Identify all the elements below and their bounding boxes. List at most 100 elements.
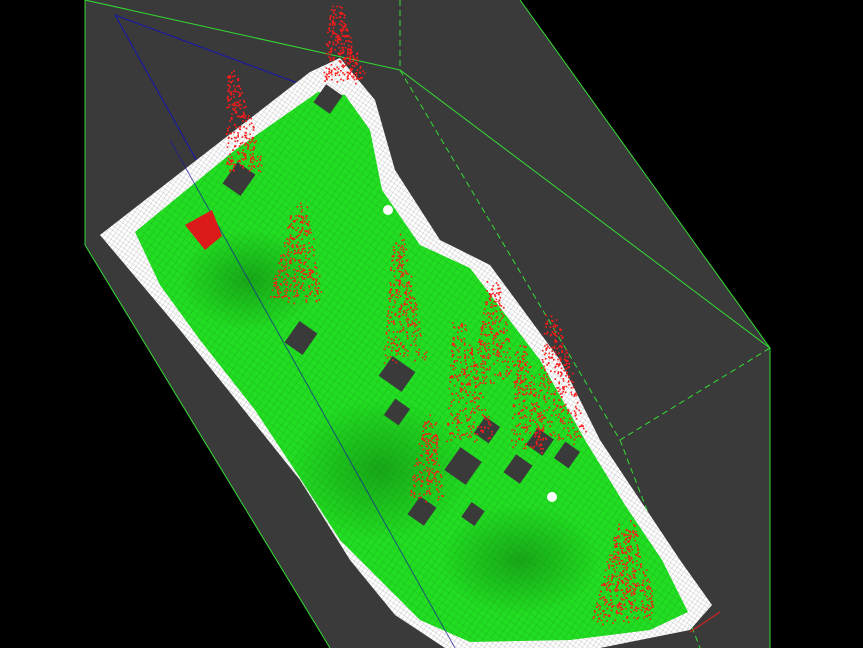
vegetation-point xyxy=(490,303,493,306)
vegetation-point xyxy=(242,159,245,161)
vegetation-point xyxy=(431,471,434,474)
vegetation-point xyxy=(480,366,483,368)
vegetation-point xyxy=(391,311,393,314)
vegetation-point xyxy=(346,30,349,32)
vegetation-point xyxy=(407,281,410,283)
vegetation-point xyxy=(345,64,347,66)
vegetation-point xyxy=(397,279,399,282)
vegetation-point xyxy=(400,246,402,249)
vegetation-point xyxy=(608,584,611,586)
vegetation-point xyxy=(564,422,566,425)
vegetation-point xyxy=(244,156,247,158)
vegetation-point xyxy=(477,366,479,368)
vegetation-point xyxy=(555,414,557,416)
vegetation-point xyxy=(299,286,302,289)
vegetation-point xyxy=(492,340,495,343)
vegetation-point xyxy=(327,31,329,34)
vegetation-point xyxy=(600,590,602,593)
vegetation-point xyxy=(383,362,386,364)
vegetation-point xyxy=(491,433,493,436)
vegetation-point xyxy=(342,13,344,15)
vegetation-point xyxy=(518,438,520,440)
vegetation-point xyxy=(433,435,435,437)
vegetation-point xyxy=(352,60,354,62)
vegetation-point xyxy=(576,401,579,404)
vegetation-point xyxy=(625,584,627,587)
vegetation-point xyxy=(485,313,488,316)
vegetation-point xyxy=(514,405,516,408)
vegetation-point xyxy=(472,407,474,410)
vegetation-point xyxy=(338,38,341,41)
vegetation-point xyxy=(625,589,628,591)
vegetation-point xyxy=(553,329,556,331)
vegetation-point xyxy=(393,251,396,254)
vegetation-point xyxy=(542,439,545,441)
vegetation-point xyxy=(308,286,311,289)
vegetation-point xyxy=(242,120,244,122)
vegetation-point xyxy=(305,257,307,259)
vegetation-point xyxy=(302,282,304,285)
vegetation-point xyxy=(252,149,254,151)
vegetation-point xyxy=(626,587,628,589)
vegetation-point xyxy=(250,159,252,161)
vegetation-point xyxy=(546,347,548,349)
vegetation-point xyxy=(477,376,479,379)
vegetation-point xyxy=(623,541,625,543)
vegetation-point xyxy=(634,583,636,585)
vegetation-point xyxy=(438,481,441,483)
vegetation-point xyxy=(642,579,645,582)
vegetation-point xyxy=(251,140,253,142)
vegetation-point xyxy=(290,237,292,239)
vegetation-point xyxy=(484,409,487,411)
vegetation-point xyxy=(436,489,439,491)
vegetation-point xyxy=(388,329,390,332)
vegetation-point xyxy=(399,321,401,323)
vegetation-point xyxy=(628,540,630,542)
vegetation-point xyxy=(613,604,615,607)
vegetation-point xyxy=(309,228,311,231)
vegetation-point xyxy=(606,587,608,590)
vegetation-point xyxy=(557,387,560,389)
3d-viewport[interactable] xyxy=(0,0,863,648)
vegetation-point xyxy=(230,93,232,96)
vegetation-point xyxy=(386,356,389,359)
vegetation-point xyxy=(601,597,604,599)
vegetation-point xyxy=(473,368,476,371)
vegetation-point xyxy=(599,612,602,615)
vegetation-point xyxy=(621,580,624,582)
vegetation-point xyxy=(561,349,564,352)
vegetation-point xyxy=(287,275,290,277)
vegetation-point xyxy=(633,609,635,611)
vegetation-point xyxy=(402,264,405,266)
vegetation-point xyxy=(646,595,648,598)
vegetation-point xyxy=(604,603,606,606)
vegetation-point xyxy=(625,537,628,540)
vegetation-point xyxy=(401,256,403,258)
point-cloud-scene[interactable] xyxy=(0,0,863,648)
vegetation-point xyxy=(430,437,433,440)
vegetation-point xyxy=(498,339,501,341)
vegetation-point xyxy=(309,293,311,296)
vegetation-point xyxy=(470,348,473,351)
vegetation-point xyxy=(630,546,633,548)
vegetation-point xyxy=(630,603,633,606)
vegetation-point xyxy=(572,372,574,375)
vegetation-point xyxy=(476,433,479,435)
vegetation-point xyxy=(522,366,524,368)
vegetation-point xyxy=(617,535,620,537)
vegetation-point xyxy=(519,423,521,425)
vegetation-point xyxy=(428,467,431,470)
vegetation-point xyxy=(562,386,564,388)
vegetation-point xyxy=(550,333,553,336)
vegetation-point xyxy=(393,343,396,345)
vegetation-point xyxy=(427,482,429,485)
vegetation-point xyxy=(390,267,392,269)
vegetation-point xyxy=(480,426,483,428)
vegetation-point xyxy=(524,346,526,348)
vegetation-point xyxy=(560,367,563,369)
vegetation-point xyxy=(525,393,527,396)
vegetation-point xyxy=(464,349,466,352)
vegetation-point xyxy=(541,418,543,421)
vegetation-point xyxy=(408,301,411,303)
vegetation-point xyxy=(572,381,574,383)
